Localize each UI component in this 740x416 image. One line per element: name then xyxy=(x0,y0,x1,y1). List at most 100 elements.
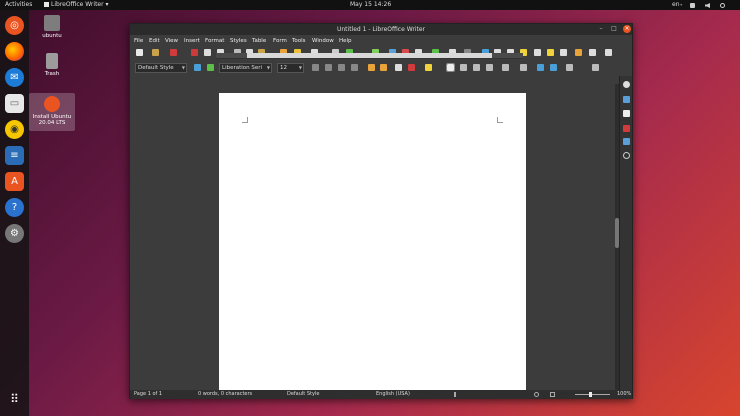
clock[interactable]: May 15 14:26 xyxy=(350,0,391,10)
cross-reference-icon[interactable] xyxy=(534,49,541,56)
update-style-icon[interactable] xyxy=(194,64,201,71)
writer-icon[interactable]: ≡ xyxy=(5,146,24,165)
files-icon[interactable]: ▭ xyxy=(5,94,24,113)
font-color-icon[interactable] xyxy=(408,64,415,71)
close-button[interactable]: × xyxy=(623,25,631,33)
menu-file[interactable]: File xyxy=(134,36,143,46)
menu-view[interactable]: View xyxy=(165,36,178,46)
strikethrough-icon[interactable] xyxy=(351,64,358,71)
document-page[interactable] xyxy=(219,93,526,390)
italic-icon[interactable] xyxy=(325,64,332,71)
help-icon[interactable]: ? xyxy=(5,198,24,217)
software-icon[interactable]: A xyxy=(5,172,24,191)
paragraph-style-combo[interactable]: Default Style ▼ xyxy=(135,63,187,73)
justify-icon[interactable] xyxy=(486,64,493,71)
zoom-slider-knob[interactable] xyxy=(589,392,592,397)
navigator-icon[interactable] xyxy=(623,152,630,159)
new-document-icon[interactable] xyxy=(136,49,143,56)
underline-icon[interactable] xyxy=(338,64,345,71)
margin-marker xyxy=(497,117,503,123)
window-title: Untitled 1 - LibreOffice Writer xyxy=(336,26,425,33)
thunderbird-icon[interactable]: ✉ xyxy=(5,68,24,87)
subscript-icon[interactable] xyxy=(380,64,387,71)
writer-small-icon xyxy=(44,2,49,7)
toggle-draw-icon[interactable] xyxy=(605,49,612,56)
align-center-icon[interactable] xyxy=(460,64,467,71)
increase-indent-icon[interactable] xyxy=(537,64,544,71)
menu-edit[interactable]: Edit xyxy=(149,36,160,46)
font-size-combo[interactable]: 12 ▼ xyxy=(277,63,304,73)
activities-button[interactable]: Activities xyxy=(5,0,32,10)
text-language[interactable]: English (USA) xyxy=(376,390,410,399)
chevron-down-icon[interactable]: ▼ xyxy=(182,64,185,72)
chevron-down-icon[interactable]: ▼ xyxy=(299,64,302,72)
insert-mode-icon[interactable] xyxy=(454,392,456,397)
align-left-icon[interactable] xyxy=(446,63,455,72)
numbering-icon[interactable] xyxy=(520,64,527,71)
pdf-icon[interactable] xyxy=(191,49,198,56)
clear-formatting-icon[interactable] xyxy=(395,64,402,71)
bold-icon[interactable] xyxy=(312,64,319,71)
superscript-icon[interactable] xyxy=(368,64,375,71)
desktop-icon-installer[interactable]: Install Ubuntu 20.04 LTS xyxy=(29,93,75,131)
styles-icon[interactable] xyxy=(623,125,630,132)
book-view-icon[interactable] xyxy=(550,392,555,397)
word-count[interactable]: 0 words, 0 characters xyxy=(198,390,252,399)
gallery-icon[interactable] xyxy=(623,138,630,145)
open-icon[interactable] xyxy=(152,49,159,56)
line-spacing-icon[interactable] xyxy=(566,64,573,71)
menu-help[interactable]: Help xyxy=(339,36,352,46)
menu-insert[interactable]: Insert xyxy=(184,36,200,46)
bullets-icon[interactable] xyxy=(502,64,509,71)
properties-icon[interactable] xyxy=(623,96,630,103)
comment-icon[interactable] xyxy=(547,49,554,56)
minimize-button[interactable]: – xyxy=(597,25,605,33)
network-icon[interactable] xyxy=(690,3,695,8)
menu-table[interactable]: Table xyxy=(252,36,266,46)
decrease-indent-icon[interactable] xyxy=(550,64,557,71)
volume-icon[interactable] xyxy=(705,3,710,8)
horizontal-ruler[interactable] xyxy=(216,53,523,59)
trash-icon xyxy=(46,53,58,69)
firefox-icon[interactable] xyxy=(5,42,24,61)
writer-window: Untitled 1 - LibreOffice Writer – □ × Fi… xyxy=(129,23,633,399)
font-name-combo[interactable]: Liberation Seri ▼ xyxy=(219,63,272,73)
document-area xyxy=(132,84,617,390)
zoom-slider[interactable] xyxy=(575,394,610,395)
page-style[interactable]: Default Style xyxy=(287,390,319,399)
view-layout-icon[interactable] xyxy=(534,392,539,397)
window-titlebar[interactable]: Untitled 1 - LibreOffice Writer – □ × xyxy=(130,24,632,35)
menu-format[interactable]: Format xyxy=(205,36,224,46)
desktop-icon-home[interactable]: ubuntu xyxy=(32,15,72,39)
app-menu[interactable]: LibreOffice Writer ▾ xyxy=(44,0,109,10)
margin-marker xyxy=(242,117,248,123)
installer-icon xyxy=(44,96,60,112)
new-style-icon[interactable] xyxy=(207,64,214,71)
rhythmbox-icon[interactable]: ◉ xyxy=(5,120,24,139)
highlight-icon[interactable] xyxy=(425,64,432,71)
power-icon[interactable] xyxy=(720,3,725,8)
apps-grid-icon[interactable]: ⠿ xyxy=(5,390,24,409)
insert-line-icon[interactable] xyxy=(575,49,582,56)
page-count[interactable]: Page 1 of 1 xyxy=(134,390,162,399)
gear-icon[interactable] xyxy=(623,81,630,88)
paragraph-dialog-icon[interactable] xyxy=(592,64,599,71)
menu-window[interactable]: Window xyxy=(312,36,334,46)
align-right-icon[interactable] xyxy=(473,64,480,71)
chevron-down-icon[interactable]: ▼ xyxy=(267,64,270,72)
print-icon[interactable] xyxy=(204,49,211,56)
input-language[interactable]: en₊ xyxy=(672,0,683,10)
sidebar-deck xyxy=(619,76,632,390)
desktop-icon-trash[interactable]: Trash xyxy=(32,53,72,77)
maximize-button[interactable]: □ xyxy=(610,25,618,33)
track-changes-icon[interactable] xyxy=(560,49,567,56)
basic-shapes-icon[interactable] xyxy=(589,49,596,56)
zoom-level[interactable]: 100% xyxy=(617,390,631,399)
page-icon[interactable] xyxy=(623,110,630,117)
export-pdf-icon[interactable] xyxy=(170,49,177,56)
ubuntu-icon[interactable]: ◎ xyxy=(5,16,24,35)
menu-styles[interactable]: Styles xyxy=(230,36,247,46)
settings-icon[interactable]: ⚙ xyxy=(5,224,24,243)
menu-tools[interactable]: Tools xyxy=(292,36,306,46)
menu-form[interactable]: Form xyxy=(273,36,287,46)
